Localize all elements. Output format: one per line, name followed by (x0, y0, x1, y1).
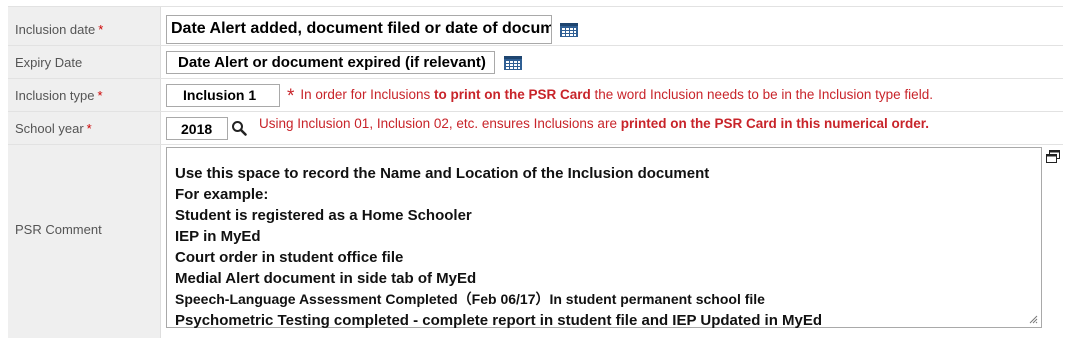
psr-comment-label-text: PSR Comment (15, 222, 102, 237)
resize-grip-icon[interactable] (1029, 315, 1038, 324)
comment-line: Medial Alert document in side tab of MyE… (175, 270, 477, 287)
expiry-date-field[interactable]: Date Alert or document expired (if relev… (166, 51, 495, 74)
row-divider (8, 111, 1063, 112)
note-asterisk: * (287, 86, 295, 107)
required-mark: * (98, 22, 104, 37)
note-bold-text: printed on the PSR Card in this numerica… (620, 116, 930, 131)
row-divider (8, 6, 1063, 7)
psr-comment-textarea[interactable]: Use this space to record the Name and Lo… (166, 147, 1042, 329)
note-text: In order for Inclusions (300, 87, 434, 102)
row-divider (8, 45, 1063, 46)
row-divider (8, 78, 1063, 79)
inclusion-date-label-text: Inclusion date (15, 22, 96, 37)
note-bold-text: to print on the PSR Card (433, 87, 591, 102)
required-mark: * (86, 121, 92, 136)
inclusion-type-label-text: Inclusion type (15, 88, 95, 103)
calendar-icon[interactable] (560, 23, 578, 37)
inclusion-date-field[interactable]: Date Alert added, document filed or date… (166, 15, 552, 44)
comment-line: Psychometric Testing completed - complet… (175, 312, 823, 329)
comment-line: Use this space to record the Name and Lo… (175, 165, 710, 182)
calendar-icon[interactable] (504, 56, 522, 70)
inclusion-date-label: Inclusion date * (15, 22, 103, 37)
school-year-label: School year * (15, 121, 92, 136)
comment-line: Speech-Language Assessment Completed（Feb… (175, 291, 765, 307)
psr-comment-label: PSR Comment (15, 222, 102, 237)
magnifier-icon[interactable] (231, 120, 247, 136)
row-divider (8, 144, 1063, 145)
comment-line: Court order in student office file (175, 249, 404, 266)
school-year-label-text: School year (15, 121, 84, 136)
expiry-date-label-text: Expiry Date (15, 55, 83, 70)
note-text: Using Inclusion 01, Inclusion 02, etc. e… (259, 116, 621, 131)
school-year-note: Using Inclusion 01, Inclusion 02, etc. e… (259, 116, 929, 131)
inclusion-type-label: Inclusion type * (15, 88, 103, 103)
comment-line: For example: (175, 186, 269, 203)
inclusion-type-note: * In order for Inclusions to print on the… (287, 86, 933, 108)
comment-line: IEP in MyEd (175, 228, 261, 245)
required-mark: * (97, 88, 103, 103)
school-year-field[interactable]: 2018 (166, 117, 228, 140)
note-text: the word Inclusion needs to be in the In… (590, 87, 933, 102)
expiry-date-label: Expiry Date (15, 55, 82, 70)
popout-icon[interactable] (1046, 150, 1060, 163)
comment-line: Student is registered as a Home Schooler (175, 207, 472, 224)
inclusion-type-field[interactable]: Inclusion 1 (166, 84, 280, 107)
